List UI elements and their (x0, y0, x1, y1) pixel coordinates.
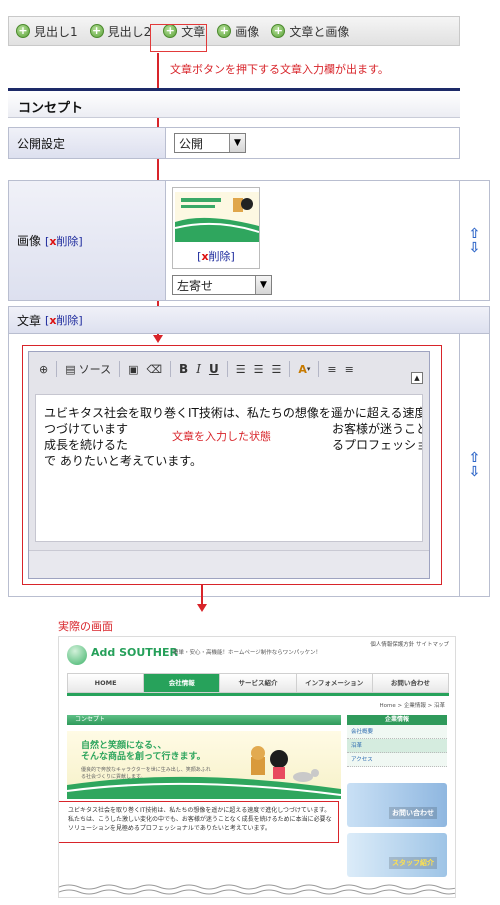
bullet-list-icon[interactable]: ≡ (345, 363, 354, 376)
preview-breadcrumb: Home > 企業情報 > 沿革 (379, 703, 445, 709)
contact-banner: お問い合わせ (347, 783, 447, 827)
toolbar-annotation: 文章ボタンを押下する文章入力欄が出ます。 (170, 63, 389, 76)
preview-nav-item-active: 会社情報 (144, 674, 221, 692)
underline-button[interactable]: U (209, 362, 219, 376)
thumbnail-delete-link[interactable]: [x削除] (173, 248, 259, 264)
add-image-button[interactable]: + 画像 (214, 20, 264, 42)
align-center-icon[interactable]: ☰ (254, 363, 264, 376)
block-add-toolbar: + 見出し1 + 見出し2 + 文章 + 画像 + 文章と画像 (8, 16, 460, 46)
delete-x-icon: x (201, 250, 209, 263)
preview-nav-item: インフォメーション (297, 674, 373, 692)
add-heading1-button[interactable]: + 見出し1 (13, 20, 83, 42)
add-text-and-image-button[interactable]: + 文章と画像 (268, 20, 354, 42)
preview-top-links: 個人情報保護方針 サイトマップ (370, 642, 449, 648)
preview-body-text: ユビキタス社会を取り巻くIT技術は、私たちの想像を遥かに超える速度で進化しつづけ… (59, 801, 339, 843)
align-left-icon[interactable]: ☰ (236, 363, 246, 376)
align-right-icon[interactable]: ☰ (271, 363, 281, 376)
sidebar-item: アクセス (347, 753, 447, 767)
chevron-down-icon: ▼ (229, 134, 245, 152)
text-row-header: 文章 [x削除] (8, 306, 490, 334)
preview-content-title: コンセプト (67, 715, 341, 725)
preview-tagline: 簡単・安心・高機能！ホームページ制作ならワンパッケン！ (173, 650, 322, 656)
move-down-icon[interactable]: ⇩ (469, 241, 481, 255)
plus-circle-icon: + (217, 24, 232, 38)
editor-text-area[interactable]: ユビキタス社会を取り巻くIT技術は、私たちの想像を遥かに超える速度で進 つづけて… (35, 394, 423, 542)
annotation-arrow (197, 604, 207, 612)
preview-nav-item: HOME (68, 674, 145, 692)
preview-sidebar: 企業情報 会社概要 沿革 アクセス (347, 715, 447, 767)
sidebar-item-active: 沿革 (347, 739, 447, 753)
eraser-icon[interactable]: ⌫ (146, 363, 162, 376)
preview-header: Add SOUTHER 簡単・安心・高機能！ホームページ制作ならワンパッケン！ … (59, 637, 455, 671)
plus-circle-icon: + (271, 24, 286, 38)
font-color-button[interactable]: A ▾ (298, 363, 310, 376)
sidebar-title: 企業情報 (347, 715, 447, 725)
publish-row: 公開設定 公開 ▼ (8, 127, 460, 159)
numbered-list-icon[interactable]: ≡ (327, 363, 336, 376)
preview-logo: Add SOUTHER (91, 646, 178, 659)
image-label: 画像 (17, 234, 42, 248)
preview-nav: HOME 会社情報 サービス紹介 インフォメーション お問い合わせ (67, 673, 449, 693)
site-preview: Add SOUTHER 簡単・安心・高機能！ホームページ制作ならワンパッケン！ … (58, 636, 456, 898)
document-icon: ▤ (65, 362, 76, 376)
move-up-icon[interactable]: ⇧ (469, 227, 481, 241)
toolbar-collapse-button[interactable]: ▲ (411, 372, 423, 384)
plus-circle-icon: + (89, 24, 104, 38)
image-thumbnail-frame: [x削除] (172, 187, 260, 269)
source-button[interactable]: ▤ ソース (65, 361, 111, 377)
editor-toolbar: ⊕ ▤ ソース ▣ ⌫ B I U ☰ ☰ ☰ A ▾ ≡ ≡ (33, 356, 425, 382)
image-align-select[interactable]: 左寄せ ▼ (172, 275, 272, 295)
image-row: 画像 [x削除] [x削除] 左寄せ ▼ ⇧ ⇩ (8, 180, 490, 301)
preview-banner: 自然と笑顔になる、、 そんな商品を創って行きます。 優良的で奔放なキャラクターを… (67, 731, 341, 799)
sidebar-item: 会社概要 (347, 725, 447, 739)
banner-illustration (67, 746, 341, 799)
image-thumbnail[interactable] (175, 192, 259, 242)
preview-nav-item: お問い合わせ (390, 679, 430, 687)
globe-icon[interactable]: ⊕ (39, 363, 48, 376)
text-delete-link[interactable]: [x削除] (45, 312, 83, 328)
preview-nav-item: サービス紹介 (220, 674, 297, 692)
select-all-icon[interactable]: ▣ (128, 363, 138, 376)
publish-label: 公開設定 (9, 128, 166, 158)
logo-icon (67, 645, 87, 665)
chevron-down-icon: ▼ (255, 276, 271, 294)
text-button-highlight (150, 24, 207, 52)
staff-banner: スタッフ紹介 (347, 833, 447, 877)
plus-circle-icon: + (16, 24, 30, 38)
bold-button[interactable]: B (179, 362, 188, 376)
preview-cut-edge (59, 883, 455, 897)
rich-text-editor: ⊕ ▤ ソース ▣ ⌫ B I U ☰ ☰ ☰ A ▾ ≡ ≡ ▲ ユビキタス社会を… (28, 351, 430, 579)
editor-line: ユビキタス社会を取り巻くIT技術は、私たちの想像を遥かに超える速度で進 (44, 406, 423, 420)
image-delete-link[interactable]: [x削除] (45, 233, 83, 249)
section-title: コンセプト (8, 88, 460, 118)
add-heading2-button[interactable]: + 見出し2 (87, 20, 157, 42)
editor-line: で ありたいと考えています。 (44, 454, 203, 468)
move-up-icon[interactable]: ⇧ (469, 451, 481, 465)
editor-status-bar (29, 550, 429, 578)
text-label: 文章 (17, 313, 42, 328)
chevron-down-icon: ▾ (306, 365, 311, 373)
preview-nav-underline (67, 693, 449, 696)
preview-caption: 実際の画面 (58, 620, 113, 633)
publish-select[interactable]: 公開 ▼ (174, 133, 246, 153)
annotation-line (201, 585, 203, 605)
editor-annotation: 文章を入力した状態 (172, 430, 271, 443)
italic-button[interactable]: I (196, 362, 201, 376)
move-down-icon[interactable]: ⇩ (469, 465, 481, 479)
